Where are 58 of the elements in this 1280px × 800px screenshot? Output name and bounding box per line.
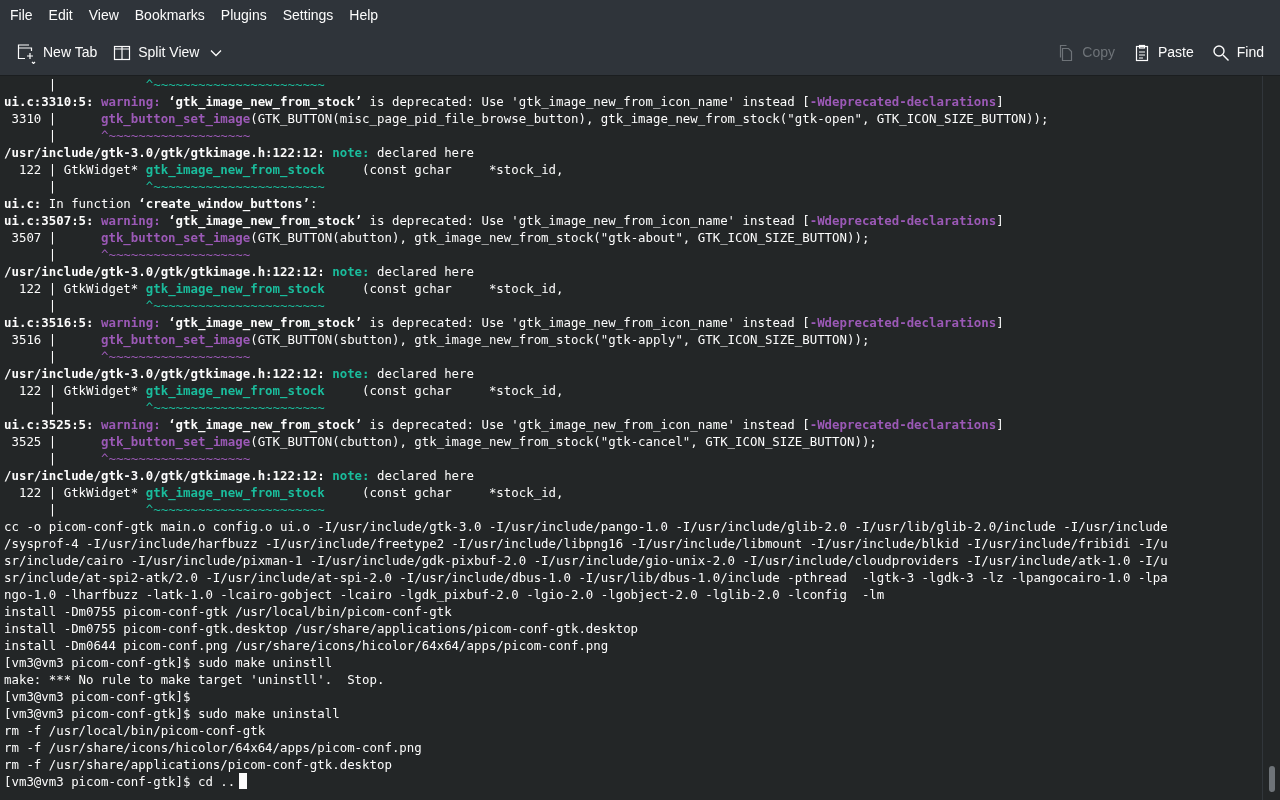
terminal-line: | ^~~~~~~~~~~~~~~~~~~~~~~~ [47, 297, 325, 314]
terminal-line: | ^~~~~~~~~~~~~~~~~~~~~~~~ [47, 76, 325, 93]
terminal-line: | ^~~~~~~~~~~~~~~~~~~~~~~~ [47, 399, 325, 416]
menu-item[interactable]: Settings [274, 4, 342, 26]
menu-item[interactable]: Edit [40, 4, 81, 26]
terminal-line: | ^~~~~~~~~~~~~~~~~~~~~~~~ [47, 178, 325, 195]
terminal-line: rm -f /usr/share/icons/hicolor/64x64/apps/picom-conf.png [4, 739, 422, 756]
terminal-line: /usr/include/gtk-3.0/gtk/gtkimage.h:122:12: note: declared here [4, 467, 474, 484]
menu-item[interactable]: Bookmarks [126, 4, 213, 26]
terminal-line: | ^~~~~~~~~~~~~~~~~~~~ [47, 246, 251, 263]
terminal-line: cc -o picom-conf-gtk main.o config.o ui.o -I/usr/include/gtk-3.0 -I/usr/include/pango-1.0 -I/usr/include/glib-2.0 -I/usr/lib/glib-2.0/include -I/usr/include [4, 518, 1168, 535]
terminal-line: 122 | GtkWidget* gtk_image_new_from_stock (const gchar *stock_id, [17, 382, 564, 399]
terminal-line: ui.c: In function ‘create_window_buttons’: [4, 195, 318, 212]
menu-item[interactable]: Help [341, 4, 387, 26]
terminal-line: [vm3@vm3 picom-conf-gtk]$ cd .. [4, 773, 236, 790]
terminal-line: ui.c:3525:5: warning: ‘gtk_image_new_from_stock’ is deprecated: Use 'gtk_image_new_from_icon_name' instead [-Wdeprecated-declarations] [4, 416, 1004, 433]
terminal-line: ui.c:3310:5: warning: ‘gtk_image_new_from_stock’ is deprecated: Use 'gtk_image_new_from_icon_name' instead [-Wdeprecated-declarations] [4, 93, 1004, 110]
terminal-line: [vm3@vm3 picom-conf-gtk]$ sudo make uninstll [4, 654, 333, 671]
terminal-line: /usr/include/gtk-3.0/gtk/gtkimage.h:122:12: note: declared here [4, 263, 474, 280]
terminal-line: 3525 | gtk_button_set_image(GTK_BUTTON(cbutton), gtk_image_new_from_stock("gtk-cancel", GTK_ICON_SIZE_BUTTON)); [10, 433, 877, 450]
terminal-line: ui.c:3516:5: warning: ‘gtk_image_new_from_stock’ is deprecated: Use 'gtk_image_new_from_icon_name' instead [-Wdeprecated-declarations] [4, 314, 1004, 331]
terminal-line: /usr/include/gtk-3.0/gtk/gtkimage.h:122:12: note: declared here [4, 144, 474, 161]
terminal-line: [vm3@vm3 picom-conf-gtk]$ sudo make uninstall [4, 705, 340, 722]
terminal-line: sr/include/cairo -I/usr/include/pixman-1 -I/usr/include/gdk-pixbuf-2.0 -I/usr/include/gio-unix-2.0 -I/usr/include/cloudproviders -I/usr/include/atk-1.0 -I/u [4, 552, 1168, 569]
new-tab-icon [16, 41, 36, 64]
terminal-line: install -Dm0644 picom-conf.png /usr/share/icons/hicolor/64x64/apps/picom-conf.png [4, 637, 609, 654]
split-view-icon [113, 43, 132, 62]
paste-button[interactable]: Paste [1126, 36, 1200, 69]
scrollbar-handle[interactable] [1268, 766, 1275, 792]
terminal-line: sr/include/at-spi2-atk/2.0 -I/usr/include/at-spi-2.0 -I/usr/include/dbus-1.0 -I/usr/lib/dbus-1.0/include -pthread -lgtk-3 -lgdk-3 -lz -lpangocairo-1.0 -lpa [4, 569, 1168, 586]
terminal-line: ui.c:3507:5: warning: ‘gtk_image_new_from_stock’ is deprecated: Use 'gtk_image_new_from_icon_name' instead [-Wdeprecated-declarations] [4, 212, 1004, 229]
terminal-line: | ^~~~~~~~~~~~~~~~~~~~ [47, 127, 251, 144]
terminal-line: make: *** No rule to make target 'uninstll'. Stop. [4, 671, 385, 688]
terminal-line: rm -f /usr/share/applications/picom-conf-gtk.desktop [4, 756, 392, 773]
terminal-line: /usr/include/gtk-3.0/gtk/gtkimage.h:122:12: note: declared here [4, 365, 474, 382]
terminal-line: install -Dm0755 picom-conf-gtk.desktop /usr/share/applications/picom-conf-gtk.desktop [4, 620, 639, 637]
terminal-line: ngo-1.0 -lharfbuzz -latk-1.0 -lcairo-gobject -lcairo -lgdk_pixbuf-2.0 -lgio-2.0 -lgobject-2.0 -lglib-2.0 -lconfig -lm [4, 586, 885, 603]
menu-item[interactable]: File [2, 4, 41, 26]
menu-item[interactable]: Plugins [212, 4, 275, 26]
terminal-line: 122 | GtkWidget* gtk_image_new_from_stock (const gchar *stock_id, [17, 484, 564, 501]
search-icon [1211, 43, 1230, 62]
chevron-down-icon [210, 48, 223, 57]
terminal-line: 122 | GtkWidget* gtk_image_new_from_stock (const gchar *stock_id, [17, 161, 564, 178]
terminal-line: | ^~~~~~~~~~~~~~~~~~~~~~~~ [47, 501, 325, 518]
find-button[interactable]: Find [1205, 36, 1270, 69]
terminal-line: | ^~~~~~~~~~~~~~~~~~~~ [47, 450, 251, 467]
terminal-line: install -Dm0755 picom-conf-gtk /usr/local/bin/picom-conf-gtk [4, 603, 452, 620]
terminal-line: 3507 | gtk_button_set_image(GTK_BUTTON(abutton), gtk_image_new_from_stock("gtk-about", GTK_ICON_SIZE_BUTTON)); [10, 229, 870, 246]
terminal-line: [vm3@vm3 picom-conf-gtk]$ [4, 688, 191, 705]
new-tab-button[interactable]: New Tab [10, 36, 104, 69]
terminal-line: 3516 | gtk_button_set_image(GTK_BUTTON(sbutton), gtk_image_new_from_stock("gtk-apply", GTK_ICON_SIZE_BUTTON)); [10, 331, 870, 348]
split-view-button[interactable]: Split View [107, 36, 229, 69]
terminal-line: rm -f /usr/local/bin/picom-conf-gtk [4, 722, 266, 739]
terminal-line: 3310 | gtk_button_set_image(GTK_BUTTON(misc_page_pid_file_browse_button), gtk_image_new_from_stock("gtk-open", GTK_ICON_SIZE_BUTTON)); [10, 110, 1049, 127]
menu-item[interactable]: View [80, 4, 127, 26]
terminal-line: 122 | GtkWidget* gtk_image_new_from_stock (const gchar *stock_id, [17, 280, 564, 297]
terminal-line: /sysprof-4 -I/usr/include/harfbuzz -I/usr/include/freetype2 -I/usr/include/libpng16 -I/usr/include/libmount -I/usr/include/blkid -I/usr/include/fribidi -I/u [4, 535, 1168, 552]
terminal-line: | ^~~~~~~~~~~~~~~~~~~~ [47, 348, 251, 365]
